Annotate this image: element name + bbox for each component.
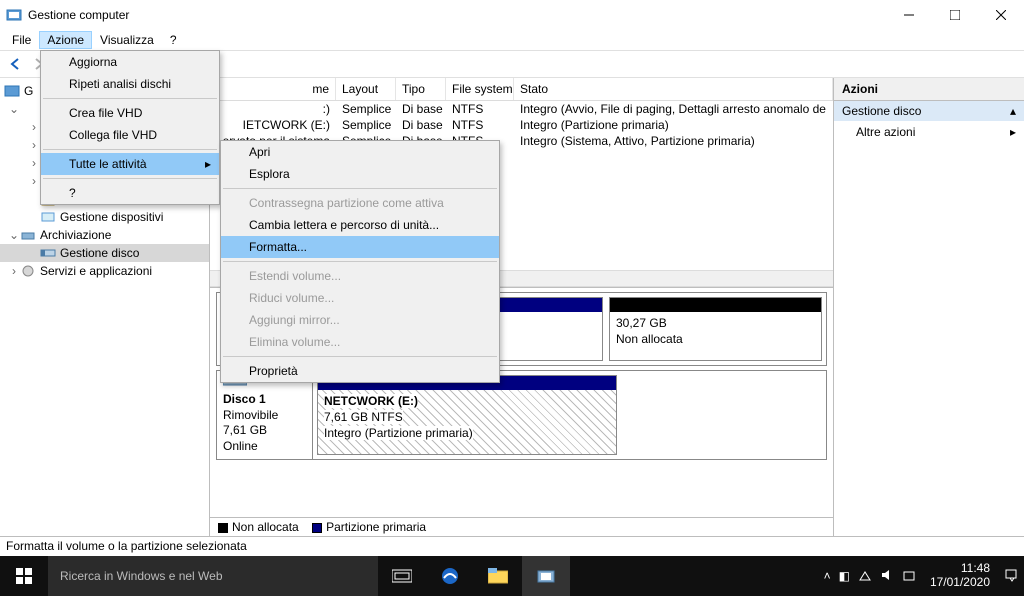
taskbar-search[interactable]: Ricerca in Windows e nel Web (48, 556, 378, 596)
title-bar: Gestione computer (0, 0, 1024, 30)
menu-help[interactable]: ? (41, 182, 219, 204)
submenu-riduci: Riduci volume... (221, 287, 499, 309)
table-row[interactable]: :) Semplice Di base NTFS Integro (Avvio,… (210, 101, 833, 117)
menu-aggiorna[interactable]: Aggiorna (41, 51, 219, 73)
system-tray: ˄ ◧ 11:48 17/01/2020 (824, 562, 1024, 590)
status-bar: Formatta il volume o la partizione selez… (0, 536, 1024, 556)
submenu-formatta[interactable]: Formatta... (221, 236, 499, 258)
taskbar-clock[interactable]: 11:48 17/01/2020 (924, 562, 996, 590)
actions-header: Azioni (834, 78, 1024, 101)
tree-storage[interactable]: ⌄Archiviazione (0, 226, 209, 244)
actions-pane: Azioni Gestione disco▴ Altre azioni▸ (834, 78, 1024, 536)
tray-icon[interactable]: ◧ (839, 569, 850, 583)
submenu-elimina: Elimina volume... (221, 331, 499, 353)
task-view-button[interactable] (378, 556, 426, 596)
unallocated-label[interactable]: 30,27 GBNon allocata (610, 312, 821, 360)
submenu-contrassegna: Contrassegna partizione come attiva (221, 192, 499, 214)
actions-group[interactable]: Gestione disco▴ (834, 101, 1024, 121)
submenu-proprieta[interactable]: Proprietà (221, 360, 499, 382)
menu-visualizza[interactable]: Visualizza (92, 31, 162, 49)
chevron-right-icon: ▸ (205, 157, 211, 171)
computer-management-taskbar-icon[interactable] (522, 556, 570, 596)
tree-disk-management[interactable]: Gestione disco (0, 244, 209, 262)
col-volume[interactable]: me (210, 78, 336, 100)
col-layout[interactable]: Layout (336, 78, 396, 100)
edge-icon[interactable] (426, 556, 474, 596)
menu-crea-vhd[interactable]: Crea file VHD (41, 102, 219, 124)
close-button[interactable] (978, 0, 1024, 30)
tray-chevron-up-icon[interactable]: ˄ (824, 569, 831, 583)
menu-tutte-attivita[interactable]: Tutte le attività▸ (41, 153, 219, 175)
tutte-attivita-submenu: Apri Esplora Contrassegna partizione com… (220, 140, 500, 383)
col-tipo[interactable]: Tipo (396, 78, 446, 100)
disk-1-info: Disco 1 Rimovibile 7,61 GB Online (217, 371, 313, 459)
tray-icon[interactable] (902, 568, 916, 585)
table-row[interactable]: IETCWORK (E:) Semplice Di base NTFS Inte… (210, 117, 833, 133)
volume-icon[interactable] (880, 568, 894, 585)
start-button[interactable] (0, 556, 48, 596)
chevron-up-icon: ▴ (1010, 104, 1016, 118)
chevron-right-icon: ▸ (1010, 125, 1016, 139)
azione-menu: Aggiorna Ripeti analisi dischi Crea file… (40, 50, 220, 205)
submenu-cambia-lettera[interactable]: Cambia lettera e percorso di unità... (221, 214, 499, 236)
col-stato[interactable]: Stato (514, 78, 833, 100)
taskbar: Ricerca in Windows e nel Web ˄ ◧ 11:48 1… (0, 556, 1024, 596)
partition-netcwork[interactable]: NETCWORK (E:) 7,61 GB NTFS Integro (Part… (318, 390, 616, 454)
tree-device-manager[interactable]: Gestione dispositivi (0, 208, 209, 226)
submenu-estendi: Estendi volume... (221, 265, 499, 287)
col-fs[interactable]: File system (446, 78, 514, 100)
app-icon (6, 7, 22, 23)
menu-ripeti-analisi[interactable]: Ripeti analisi dischi (41, 73, 219, 95)
network-icon[interactable] (858, 568, 872, 585)
maximize-button[interactable] (932, 0, 978, 30)
menu-help[interactable]: ? (162, 31, 185, 49)
menu-bar: File Azione Visualizza ? (0, 30, 1024, 50)
back-button[interactable] (4, 53, 26, 75)
file-explorer-icon[interactable] (474, 556, 522, 596)
disk-1-row: Disco 1 Rimovibile 7,61 GB Online NETCWO… (216, 370, 827, 460)
notifications-icon[interactable] (1004, 568, 1018, 585)
minimize-button[interactable] (886, 0, 932, 30)
menu-collega-vhd[interactable]: Collega file VHD (41, 124, 219, 146)
submenu-apri[interactable]: Apri (221, 141, 499, 163)
tree-services[interactable]: ›Servizi e applicazioni (0, 262, 209, 280)
submenu-aggiungi-mirror: Aggiungi mirror... (221, 309, 499, 331)
volume-table-header: me Layout Tipo File system Stato (210, 78, 833, 101)
menu-azione[interactable]: Azione (39, 31, 92, 49)
menu-file[interactable]: File (4, 31, 39, 49)
actions-other[interactable]: Altre azioni▸ (834, 121, 1024, 143)
partition-legend: Non allocata Partizione primaria (210, 517, 833, 536)
window-title: Gestione computer (28, 8, 886, 22)
submenu-esplora[interactable]: Esplora (221, 163, 499, 185)
